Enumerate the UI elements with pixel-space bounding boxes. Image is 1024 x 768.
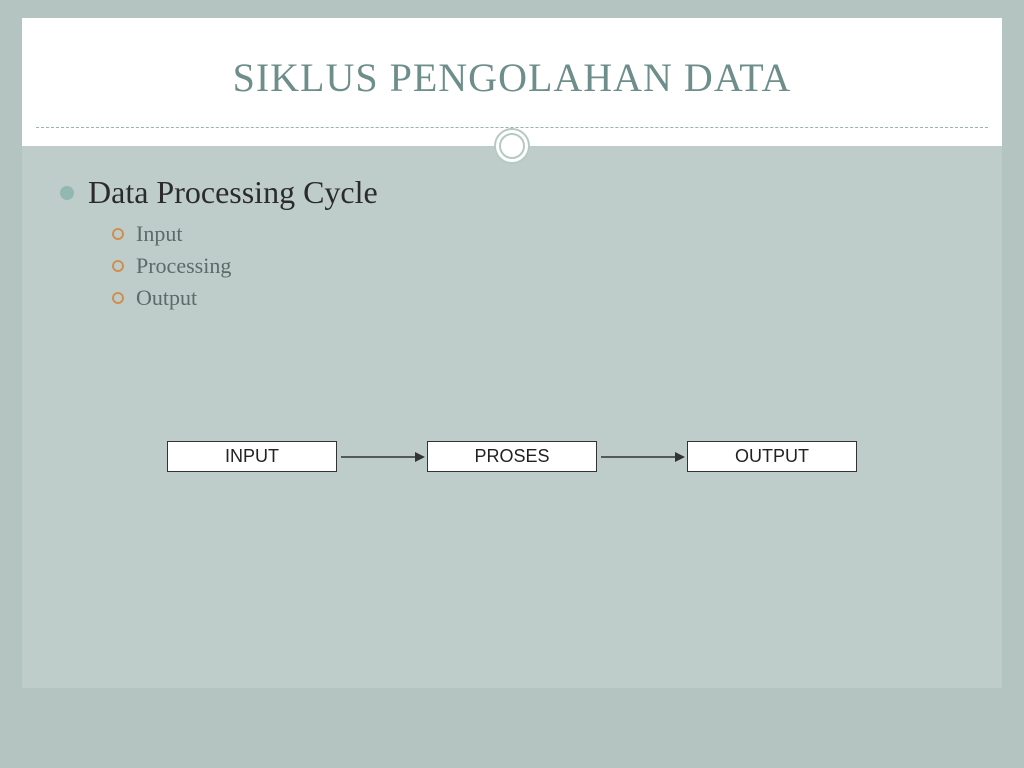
flow-box-output: OUTPUT — [687, 441, 857, 472]
flow-box-process: PROSES — [427, 441, 597, 472]
sub-bullet-item: Input — [112, 221, 964, 247]
dot-bullet-icon — [60, 186, 74, 200]
ring-bullet-icon — [112, 292, 124, 304]
arrow-right-icon — [337, 450, 427, 464]
slide-title: SIKLUS PENGOLAHAN DATA — [22, 18, 1002, 101]
sub-bullets-list: Input Processing Output — [60, 221, 964, 311]
ring-bullet-icon — [112, 228, 124, 240]
slide-frame: SIKLUS PENGOLAHAN DATA Data Processing C… — [22, 18, 1002, 688]
ring-bullet-icon — [112, 260, 124, 272]
sub-bullet-label: Input — [136, 221, 182, 247]
header-area: SIKLUS PENGOLAHAN DATA — [22, 18, 1002, 146]
sub-bullet-item: Output — [112, 285, 964, 311]
arrow-right-icon — [597, 450, 687, 464]
sub-bullet-label: Output — [136, 285, 197, 311]
sub-bullet-label: Processing — [136, 253, 231, 279]
content-area: Data Processing Cycle Input Processing O… — [22, 146, 1002, 688]
main-bullet-item: Data Processing Cycle — [60, 174, 964, 211]
flow-box-input: INPUT — [167, 441, 337, 472]
sub-bullet-item: Processing — [112, 253, 964, 279]
circle-ornament-icon — [494, 128, 530, 164]
main-bullet-label: Data Processing Cycle — [88, 174, 378, 211]
flow-diagram: INPUT PROSES OUTPUT — [60, 441, 964, 472]
